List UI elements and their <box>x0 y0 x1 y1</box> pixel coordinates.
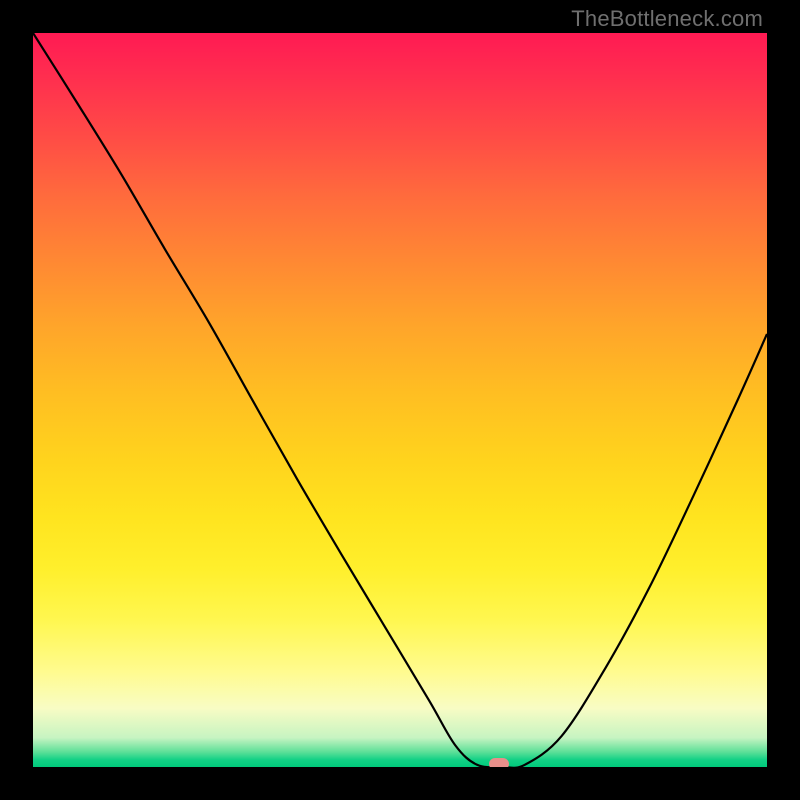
optimum-marker <box>489 758 509 767</box>
plot-area <box>33 33 767 767</box>
bottleneck-curve <box>33 33 767 767</box>
chart-frame: TheBottleneck.com <box>0 0 800 800</box>
watermark-text: TheBottleneck.com <box>571 6 763 32</box>
